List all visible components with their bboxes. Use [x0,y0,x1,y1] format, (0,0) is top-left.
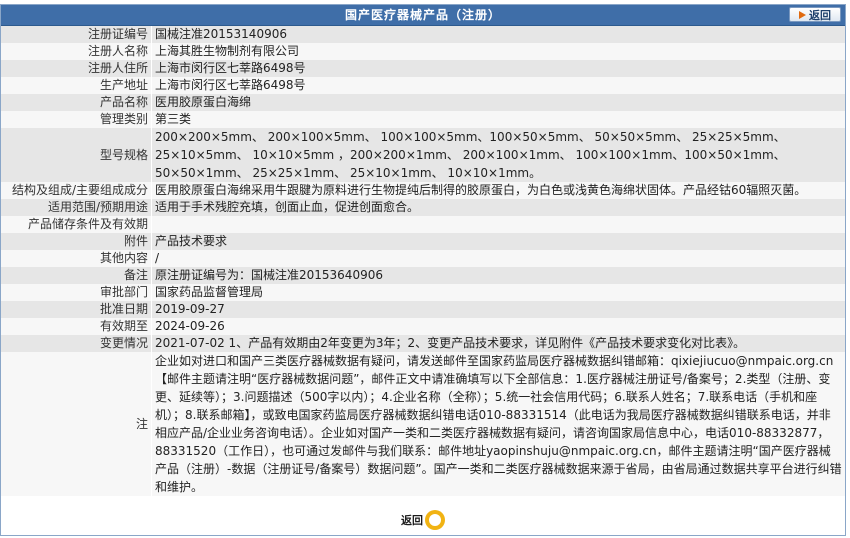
table-row: 审批部门 国家药品监督管理局 [1,284,845,301]
back-button-top-label: 返回 [809,8,831,22]
field-value: 适用于手术残腔充填，创面止血，促进创面愈合。 [151,199,845,216]
field-label: 结构及组成/主要组成成分 [1,182,152,199]
field-value: 2021-07-02 1、产品有效期由2年变更为3年；2、变更产品技术要求，详见… [151,335,845,352]
field-label: 变更情况 [1,335,152,352]
field-label: 产品名称 [1,94,152,111]
field-value: 第三类 [151,111,845,128]
table-row: 备注 原注册证编号为：国械注准20153640906 [1,267,845,284]
field-value: 国械注准20153140906 [151,26,845,43]
table-row: 管理类别 第三类 [1,111,845,128]
field-label: 有效期至 [1,318,152,335]
field-label: 型号规格 [1,128,152,182]
field-label: 审批部门 [1,284,152,301]
ring-icon [425,510,445,530]
table-row: 附件 产品技术要求 [1,233,845,250]
arrow-right-icon [799,10,806,19]
field-label: 注册人住所 [1,60,152,77]
back-button-bottom[interactable]: 返回 [401,509,445,531]
back-button-top[interactable]: 返回 [789,7,841,22]
table-row: 结构及组成/主要组成成分 医用胶原蛋白海绵采用牛跟腱为原料进行生物提纯后制得的胶原… [1,182,845,199]
table-row: 注企业如对进口和国产三类医疗器械数据有疑问，请发送邮件至国家药监局医疗器械数据纠… [1,352,845,496]
field-label: 注册人名称 [1,43,152,60]
table-row: 产品储存条件及有效期 [1,216,845,233]
table-row: 型号规格 200×200×5mm、 200×100×5mm、 100×100×5m… [1,128,845,182]
field-value: 上海市闵行区七莘路6498号 [151,77,845,94]
field-value: 2019-09-27 [151,301,845,318]
field-label: 管理类别 [1,111,152,128]
back-button-bottom-label: 返回 [401,514,423,527]
detail-panel: 国产医疗器械产品（注册） 返回 注册证编号 国械注准20153140906 注册人… [0,4,846,536]
field-value: 企业如对进口和国产三类医疗器械数据有疑问，请发送邮件至国家药监局医疗器械数据纠错… [151,352,845,496]
table-row: 注册人名称 上海其胜生物制剂有限公司 [1,43,845,60]
page-title: 国产医疗器械产品（注册） [344,8,501,22]
field-value: 原注册证编号为：国械注准20153640906 [151,267,845,284]
field-value: 200×200×5mm、 200×100×5mm、 100×100×5mm、10… [151,128,845,182]
table-row: 适用范围/预期用途 适用于手术残腔充填，创面止血，促进创面愈合。 [1,199,845,216]
table-row: 变更情况 2021-07-02 1、产品有效期由2年变更为3年；2、变更产品技术要… [1,335,845,352]
field-label: 生产地址 [1,77,152,94]
field-value: 上海其胜生物制剂有限公司 [151,43,845,60]
field-value: 医用胶原蛋白海绵采用牛跟腱为原料进行生物提纯后制得的胶原蛋白，为白色或浅黄色海绵… [151,182,845,199]
field-label: 其他内容 [1,250,152,267]
table-row: 批准日期 2019-09-27 [1,301,845,318]
table-row: 注册人住所 上海市闵行区七莘路6498号 [1,60,845,77]
table-row: 生产地址 上海市闵行区七莘路6498号 [1,77,845,94]
panel-footer: 返回 [1,509,845,531]
field-value: 医用胶原蛋白海绵 [151,94,845,111]
table-row: 产品名称 医用胶原蛋白海绵 [1,94,845,111]
table-row: 注册证编号 国械注准20153140906 [1,26,845,43]
field-label: 注册证编号 [1,26,152,43]
field-label: 附件 [1,233,152,250]
detail-table: 注册证编号 国械注准20153140906 注册人名称 上海其胜生物制剂有限公司 注… [1,26,845,496]
field-value [151,216,845,233]
field-label: 备注 [1,267,152,284]
field-value: / [151,250,845,267]
field-value: 国家药品监督管理局 [151,284,845,301]
table-row: 其他内容 / [1,250,845,267]
field-label: 批准日期 [1,301,152,318]
table-row: 有效期至 2024-09-26 [1,318,845,335]
field-label: 注 [1,352,152,496]
field-value: 2024-09-26 [151,318,845,335]
field-value: 上海市闵行区七莘路6498号 [151,60,845,77]
field-label: 适用范围/预期用途 [1,199,152,216]
field-value: 产品技术要求 [151,233,845,250]
panel-header: 国产医疗器械产品（注册） 返回 [1,5,845,26]
field-label: 产品储存条件及有效期 [1,216,152,233]
